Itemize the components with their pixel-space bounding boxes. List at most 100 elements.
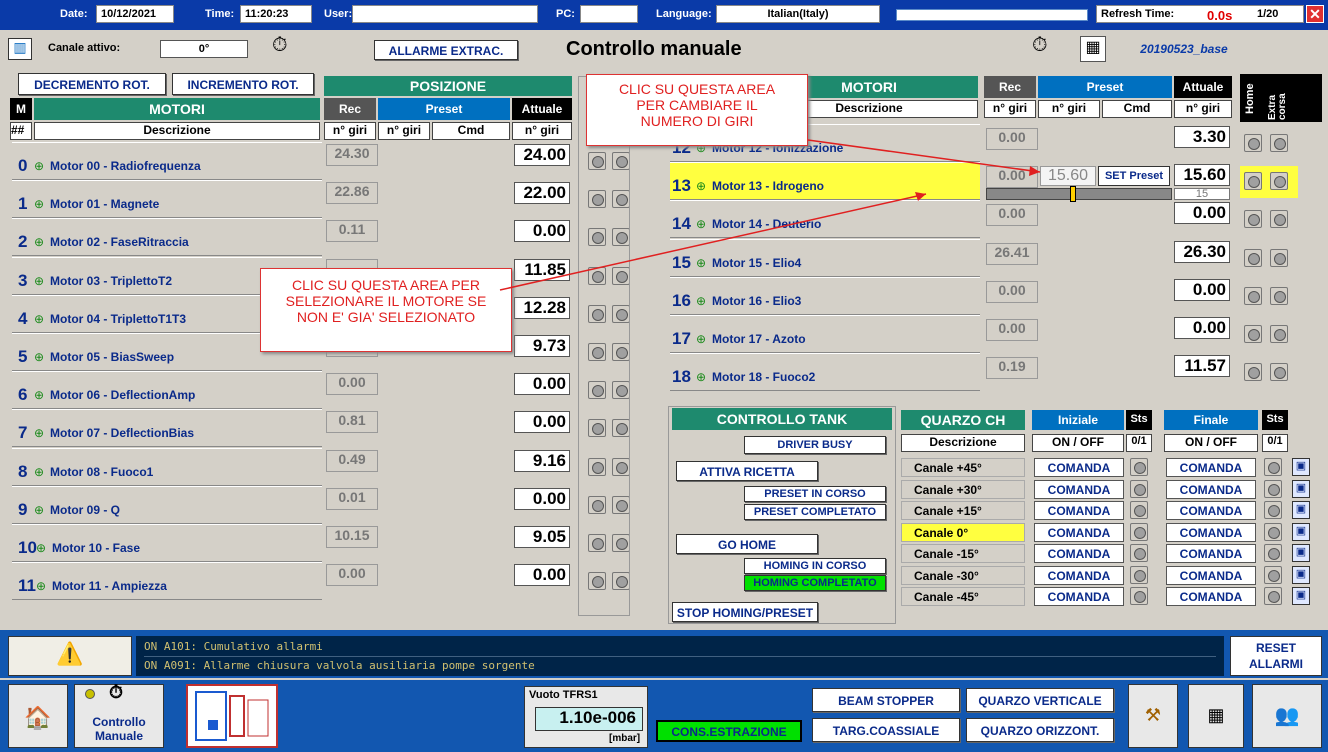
comanda-finale-button[interactable]: COMANDA [1166, 479, 1256, 499]
quarzo-orizzont-button[interactable]: QUARZO ORIZZONT. [966, 718, 1114, 742]
preset-cell[interactable] [1040, 317, 1172, 351]
save-config-button[interactable]: ▦ [1188, 684, 1244, 748]
quarzo-device-icon[interactable]: ▣ [1292, 479, 1310, 498]
quarzo-verticale-button[interactable]: QUARZO VERTICALE [966, 688, 1114, 712]
preset-input[interactable]: 15.60 [1040, 166, 1096, 187]
zoom-icon[interactable]: ⊕ [36, 541, 46, 555]
comanda-finale-button[interactable]: COMANDA [1166, 544, 1256, 563]
alarm-row[interactable]: ON A091: Allarme chiusura valvola ausili… [144, 656, 1216, 675]
motor-row[interactable]: 1 ⊕ Motor 01 - Magnete [12, 180, 322, 219]
motor-name[interactable]: Motor 02 - FaseRitraccia [50, 235, 189, 249]
zoom-icon[interactable]: ⊕ [696, 332, 706, 346]
zoom-icon[interactable]: ⊕ [34, 159, 44, 173]
zoom-icon[interactable]: ⊕ [34, 503, 44, 517]
preset-cell[interactable] [378, 564, 510, 598]
go-home-button[interactable]: GO HOME [676, 534, 818, 554]
decremento-rot-button[interactable]: DECREMENTO ROT. [18, 73, 166, 95]
preset-cell[interactable] [378, 526, 510, 560]
motor-row[interactable]: 6 ⊕ Motor 06 - DeflectionAmp [12, 371, 322, 410]
zoom-icon[interactable]: ⊕ [34, 426, 44, 440]
zoom-icon[interactable]: ⊕ [36, 579, 46, 593]
preset-cell[interactable] [378, 450, 510, 484]
controllo-manuale-nav[interactable]: ⏱ Controllo Manuale [74, 683, 164, 748]
preset-cell[interactable] [1040, 126, 1172, 160]
motor-row[interactable]: 16 ⊕ Motor 16 - Elio3 [670, 276, 980, 315]
motor-row[interactable]: 9 ⊕ Motor 09 - Q [12, 485, 322, 524]
quarzo-device-icon[interactable]: ▣ [1292, 587, 1310, 605]
motor-row[interactable]: 8 ⊕ Motor 08 - Fuoco1 [12, 447, 322, 486]
targ-coassiale-button[interactable]: TARG.COASSIALE [812, 718, 960, 742]
zoom-icon[interactable]: ⊕ [696, 294, 706, 308]
motor-name[interactable]: Motor 04 - TriplettoT1T3 [50, 312, 186, 326]
preset-cell[interactable] [378, 488, 510, 522]
preset-cell[interactable] [1040, 279, 1172, 313]
quarzo-device-icon[interactable]: ▣ [1292, 565, 1310, 584]
slider-thumb[interactable] [1070, 186, 1076, 203]
home-panel-icon[interactable]: ▥ [8, 38, 32, 60]
motor-name[interactable]: Motor 10 - Fase [52, 541, 140, 555]
comanda-iniziale-button[interactable]: COMANDA [1034, 587, 1124, 606]
stop-homing-preset-button[interactable]: STOP HOMING/PRESET [672, 602, 818, 622]
motor-row[interactable]: 17 ⊕ Motor 17 - Azoto [670, 315, 980, 353]
comanda-iniziale-button[interactable]: COMANDA [1034, 544, 1124, 563]
motor-name[interactable]: Motor 03 - TriplettoT2 [50, 274, 172, 288]
stopwatch-icon-right[interactable]: ⏱ [1032, 34, 1048, 57]
motor-row[interactable]: 0 ⊕ Motor 00 - Radiofrequenza [12, 142, 322, 180]
preset-cell[interactable] [378, 411, 510, 445]
tools-button[interactable]: ⚒ [1128, 684, 1178, 748]
quarzo-device-icon[interactable]: ▣ [1292, 522, 1310, 541]
motor-row[interactable]: 13 ⊕ Motor 13 - Idrogeno [670, 162, 980, 201]
comanda-iniziale-button[interactable]: COMANDA [1034, 458, 1124, 477]
motor-row[interactable]: 7 ⊕ Motor 07 - DeflectionBias [12, 409, 322, 448]
attiva-ricetta-button[interactable]: ATTIVA RICETTA [676, 461, 818, 481]
stopwatch-icon[interactable]: ⏱ [272, 34, 288, 57]
zoom-icon[interactable]: ⊕ [34, 388, 44, 402]
comanda-finale-button[interactable]: COMANDA [1166, 522, 1256, 542]
alarm-row[interactable]: ON A101: Cumulativo allarmi [144, 638, 1216, 656]
motor-row[interactable]: 10 ⊕ Motor 10 - Fase [12, 524, 322, 562]
preset-cell[interactable] [378, 220, 510, 254]
reset-allarmi-button[interactable]: RESET ALLARMI [1230, 636, 1322, 676]
motor-name[interactable]: Motor 15 - Elio4 [712, 256, 801, 270]
quarzo-device-icon[interactable]: ▣ [1292, 458, 1310, 476]
motor-name[interactable]: Motor 08 - Fuoco1 [50, 465, 153, 479]
motor-name[interactable]: Motor 05 - BiasSweep [50, 350, 174, 364]
motor-name[interactable]: Motor 01 - Magnete [50, 197, 159, 211]
layout-thumbnail[interactable] [186, 684, 278, 748]
zoom-icon[interactable]: ⊕ [696, 217, 706, 231]
preset-slider[interactable] [986, 188, 1172, 201]
motor-row[interactable]: 2 ⊕ Motor 02 - FaseRitraccia [12, 218, 322, 257]
zoom-icon[interactable]: ⊕ [696, 256, 706, 270]
comanda-finale-button[interactable]: COMANDA [1166, 587, 1256, 606]
beam-stopper-button[interactable]: BEAM STOPPER [812, 688, 960, 712]
zoom-icon[interactable]: ⊕ [34, 312, 44, 326]
warning-icon[interactable]: ⚠️ [8, 636, 132, 676]
comanda-finale-button[interactable]: COMANDA [1166, 501, 1256, 520]
incremento-rot-button[interactable]: INCREMENTO ROT. [172, 73, 314, 95]
quarzo-device-icon[interactable]: ▣ [1292, 501, 1310, 519]
motor-name[interactable]: Motor 18 - Fuoco2 [712, 370, 815, 384]
comanda-finale-button[interactable]: COMANDA [1166, 458, 1256, 477]
motor-name[interactable]: Motor 17 - Azoto [712, 332, 806, 346]
zoom-icon[interactable]: ⊕ [34, 465, 44, 479]
language-select[interactable]: Italian(Italy) [716, 5, 880, 23]
motor-name[interactable]: Motor 14 - Deuterio [712, 217, 821, 231]
zoom-icon[interactable]: ⊕ [34, 350, 44, 364]
zoom-icon[interactable]: ⊕ [34, 235, 44, 249]
home-nav-button[interactable]: 🏠 [8, 684, 68, 748]
comanda-iniziale-button[interactable]: COMANDA [1034, 501, 1124, 520]
motor-row[interactable]: 14 ⊕ Motor 14 - Deuterio [670, 200, 980, 239]
quarzo-device-icon[interactable]: ▣ [1292, 544, 1310, 562]
zoom-icon[interactable]: ⊕ [696, 370, 706, 384]
motor-name[interactable]: Motor 06 - DeflectionAmp [50, 388, 195, 402]
cons-estrazione-indicator[interactable]: CONS.ESTRAZIONE [656, 720, 802, 742]
preset-cell[interactable] [378, 373, 510, 407]
motor-row[interactable]: 15 ⊕ Motor 15 - Elio4 [670, 238, 980, 277]
preset-cell[interactable] [1040, 355, 1172, 389]
zoom-icon[interactable]: ⊕ [34, 274, 44, 288]
motor-name[interactable]: Motor 00 - Radiofrequenza [50, 159, 201, 173]
comanda-iniziale-button[interactable]: COMANDA [1034, 479, 1124, 499]
motor-name[interactable]: Motor 09 - Q [50, 503, 120, 517]
motor-name[interactable]: Motor 11 - Ampiezza [52, 579, 167, 593]
motor-name[interactable]: Motor 13 - Idrogeno [712, 179, 824, 193]
